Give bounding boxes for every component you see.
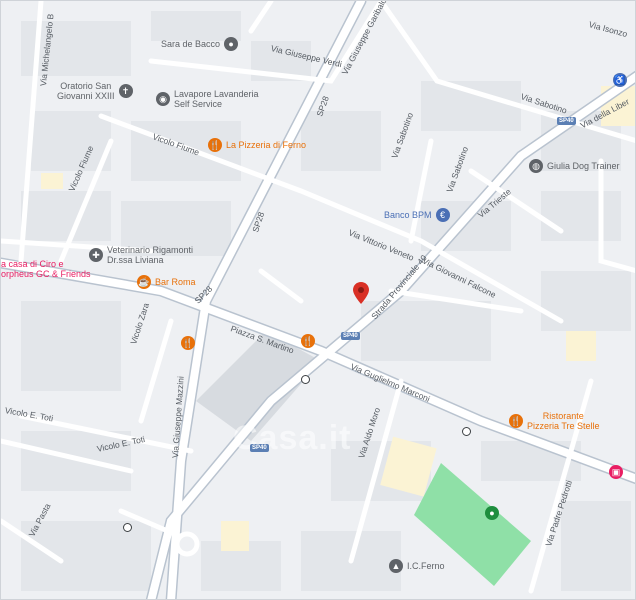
cafe-icon: ☕ bbox=[137, 275, 151, 289]
restaurant-icon[interactable]: 🍴 bbox=[181, 336, 195, 350]
location-pin-icon[interactable] bbox=[353, 282, 369, 304]
road-shield-sp40-east: SP40 bbox=[557, 117, 576, 125]
poi-label: Ristorante Pizzeria Tre Stelle bbox=[527, 411, 600, 432]
poi-ic-ferno[interactable]: ▲ I.C.Ferno bbox=[389, 559, 445, 573]
poi-label: Bar Roma bbox=[155, 276, 196, 287]
vet-icon: ✚ bbox=[89, 248, 103, 263]
accessibility-icon[interactable]: ♿ bbox=[613, 73, 627, 87]
bus-stop-icon[interactable] bbox=[462, 427, 471, 436]
poi-label: Banco BPM bbox=[384, 209, 432, 220]
casa-watermark: Casa.it bbox=[233, 419, 352, 457]
restaurant-icon: 🍴 bbox=[509, 414, 523, 429]
poi-banco-bpm[interactable]: Banco BPM € bbox=[384, 208, 450, 222]
bus-stop-icon[interactable] bbox=[123, 523, 132, 532]
school-icon: ▲ bbox=[389, 559, 403, 573]
restaurant-icon[interactable]: 🍴 bbox=[301, 334, 315, 348]
road-shield-sp40-south: SP40 bbox=[250, 444, 269, 452]
poi-ristorante-tre-stelle[interactable]: 🍴 Ristorante Pizzeria Tre Stelle bbox=[509, 411, 600, 432]
bus-stop-icon[interactable] bbox=[301, 375, 310, 384]
poi-label: I.C.Ferno bbox=[407, 560, 445, 571]
shop-icon[interactable]: ▣ bbox=[609, 465, 623, 479]
poi-pizzeria-di-ferno[interactable]: 🍴 La Pizzeria di Ferno bbox=[208, 138, 306, 152]
poi-label: Lavapore Lavanderia Self Service bbox=[174, 89, 259, 110]
roundabout bbox=[174, 531, 200, 557]
poi-label: Giulia Dog Trainer bbox=[547, 160, 620, 171]
road-shield-sp40-center: SP40 bbox=[341, 332, 360, 340]
park-icon[interactable]: ● bbox=[485, 506, 499, 520]
laundry-icon: ◉ bbox=[156, 92, 170, 107]
church-icon: ✝ bbox=[118, 84, 133, 99]
restaurant-icon: 🍴 bbox=[208, 138, 222, 152]
poi-oratorio[interactable]: ✝ Oratorio San Giovanni XXIII bbox=[57, 81, 133, 102]
map-view[interactable]: Casa.it Via Michelangelo B Via Giuseppe … bbox=[0, 0, 636, 600]
paw-icon: ◍ bbox=[529, 159, 543, 173]
poi-sara-de-bacco[interactable]: ● Sara de Bacco bbox=[161, 37, 239, 51]
poi-label: a casa di Ciro e orpheus GC & Friends bbox=[1, 259, 91, 280]
poi-label: Veterinario Rigamonti Dr.ssa Liviana bbox=[107, 245, 194, 266]
poi-label: Oratorio San Giovanni XXIII bbox=[57, 81, 115, 102]
poi-lavanderia[interactable]: ◉ Lavapore Lavanderia Self Service bbox=[156, 89, 259, 110]
poi-bar-roma[interactable]: ☕ Bar Roma bbox=[137, 275, 196, 289]
poi-label: La Pizzeria di Ferno bbox=[226, 139, 307, 150]
bank-icon: € bbox=[435, 208, 450, 222]
poi-casa-di-ciro[interactable]: a casa di Ciro e orpheus GC & Friends bbox=[1, 259, 91, 280]
poi-giulia-dog-trainer[interactable]: ◍ Giulia Dog Trainer bbox=[529, 159, 620, 173]
poi-label: Sara de Bacco bbox=[161, 38, 221, 49]
poi-veterinario[interactable]: ✚ Veterinario Rigamonti Dr.ssa Liviana bbox=[89, 245, 193, 266]
pin-icon: ● bbox=[224, 37, 239, 51]
